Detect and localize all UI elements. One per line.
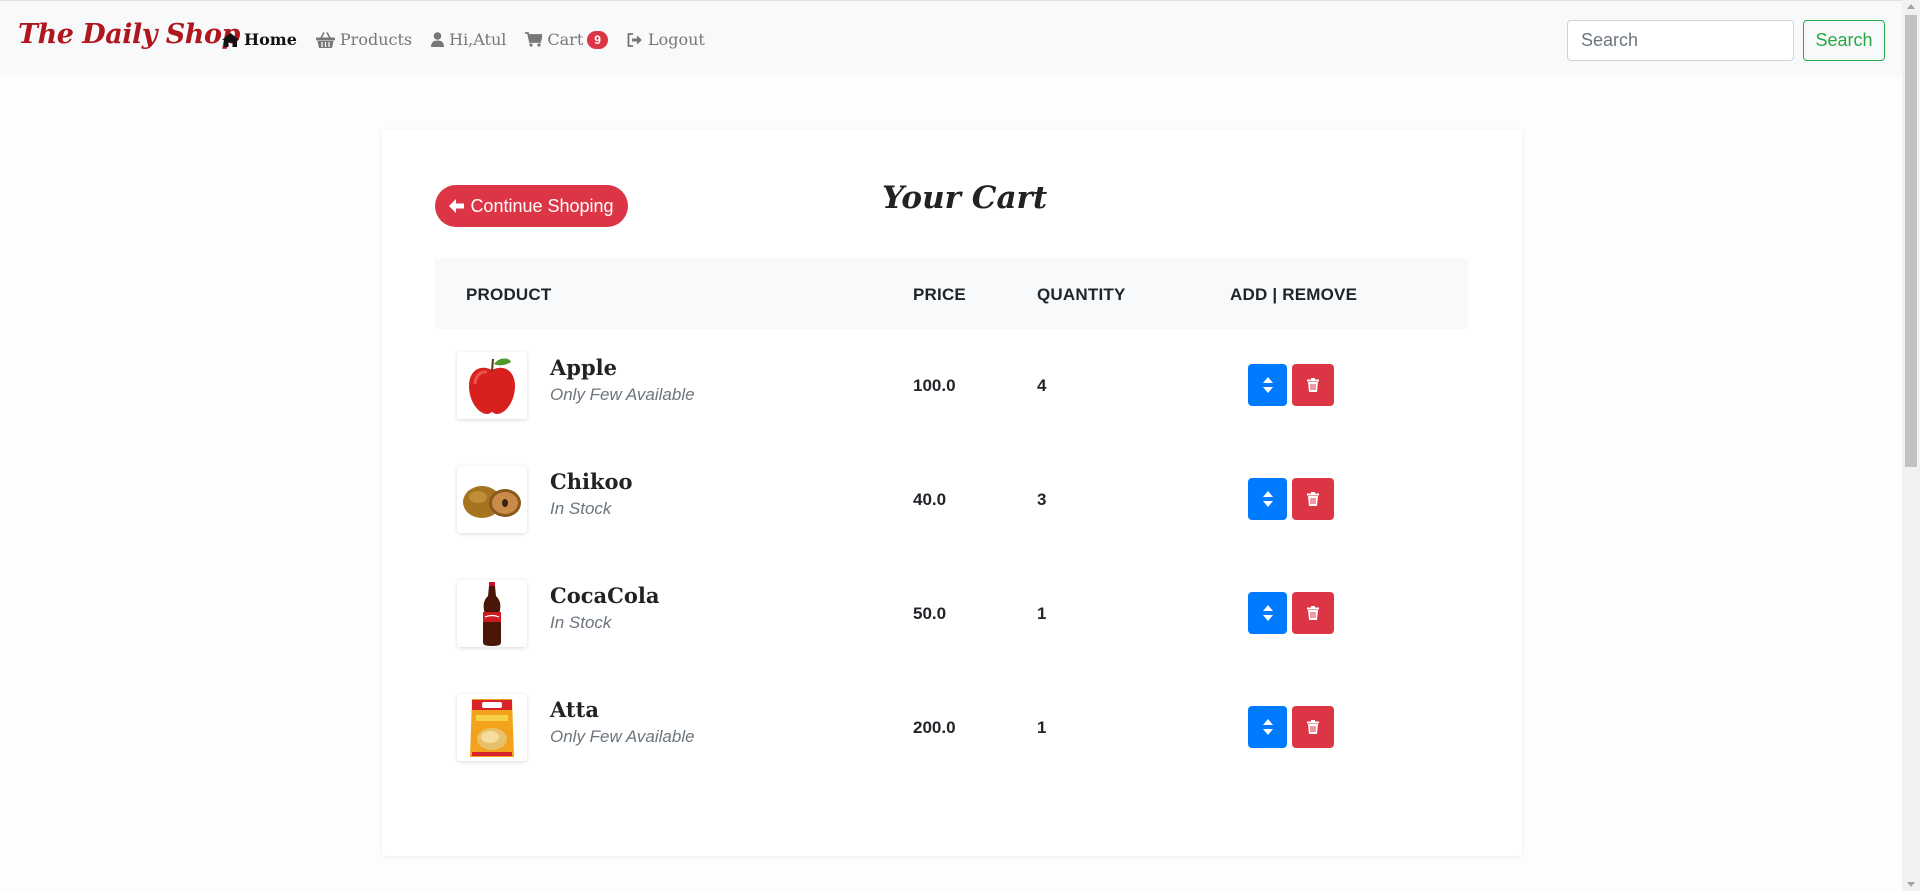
search-button[interactable]: Search xyxy=(1803,20,1885,61)
remove-item-button[interactable] xyxy=(1292,478,1334,520)
arrow-left-icon xyxy=(449,199,465,213)
page-title: Your Cart xyxy=(882,180,1048,216)
search-input[interactable] xyxy=(1567,20,1794,61)
scroll-up-arrow-icon[interactable] xyxy=(1907,4,1915,9)
change-quantity-button[interactable] xyxy=(1248,592,1287,634)
product-image xyxy=(457,580,527,647)
product-quantity: 1 xyxy=(1037,604,1047,623)
header-price: PRICE xyxy=(913,285,966,304)
trash-icon xyxy=(1307,606,1319,620)
nav-item-user[interactable]: Hi,Atul xyxy=(431,30,506,49)
basket-icon xyxy=(315,31,335,48)
cart-icon xyxy=(525,32,543,47)
product-quantity: 4 xyxy=(1037,376,1047,395)
continue-shopping-label: Continue Shoping xyxy=(470,195,614,216)
brand-logo[interactable]: The Daily Shop xyxy=(18,19,240,50)
change-quantity-button[interactable] xyxy=(1248,478,1287,520)
table-row: CocaCola In Stock 50.0 1 xyxy=(435,557,1468,671)
product-status: Only Few Available xyxy=(550,727,695,746)
logout-icon xyxy=(627,32,642,47)
product-price: 200.0 xyxy=(913,718,956,737)
nav-item-cart-label: Cart xyxy=(547,30,584,49)
product-price: 50.0 xyxy=(913,604,947,623)
nav-item-home-label: Home xyxy=(244,30,297,49)
product-name: Chikoo xyxy=(550,469,633,494)
trash-icon xyxy=(1307,492,1319,506)
remove-item-button[interactable] xyxy=(1292,592,1334,634)
product-name: CocaCola xyxy=(550,583,660,608)
nav-item-user-label: Hi,Atul xyxy=(449,30,507,49)
remove-item-button[interactable] xyxy=(1292,706,1334,748)
product-name: Atta xyxy=(550,697,599,722)
product-status: In Stock xyxy=(550,499,612,518)
header-quantity: QUANTITY xyxy=(1037,285,1126,304)
remove-item-button[interactable] xyxy=(1292,364,1334,406)
product-quantity: 3 xyxy=(1037,490,1047,509)
cart-card: Continue Shoping Your Cart PRODUCT PRICE… xyxy=(382,130,1522,856)
product-name: Apple xyxy=(550,355,617,380)
navbar: The Daily Shop Home Products Hi,Atul Car… xyxy=(0,0,1902,75)
header-actions: ADD | REMOVE xyxy=(1230,285,1358,304)
product-quantity: 1 xyxy=(1037,718,1047,737)
product-image xyxy=(457,694,527,761)
sort-icon xyxy=(1262,491,1273,507)
chikoo-image xyxy=(463,485,521,518)
change-quantity-button[interactable] xyxy=(1248,364,1287,406)
scroll-thumb[interactable] xyxy=(1905,15,1917,467)
cart-count-badge: 9 xyxy=(587,30,608,49)
nav-item-cart[interactable]: Cart 9 xyxy=(525,30,608,49)
sort-icon xyxy=(1262,605,1273,621)
product-price: 40.0 xyxy=(913,490,947,509)
product-price: 100.0 xyxy=(913,376,956,395)
nav-item-home[interactable]: Home xyxy=(222,30,297,49)
sort-icon xyxy=(1262,719,1273,735)
table-row: Chikoo In Stock 40.0 3 xyxy=(435,443,1468,557)
continue-shopping-button[interactable]: Continue Shoping xyxy=(435,185,628,227)
nav-item-products[interactable]: Products xyxy=(315,30,413,49)
trash-icon xyxy=(1307,378,1319,392)
scroll-down-arrow-icon[interactable] xyxy=(1907,882,1915,887)
change-quantity-button[interactable] xyxy=(1248,706,1287,748)
nav-menu: Home Products Hi,Atul Cart 9 Logout xyxy=(222,30,724,49)
product-status: Only Few Available xyxy=(550,385,695,404)
table-row: Apple Only Few Available 100.0 4 xyxy=(435,329,1468,443)
sort-icon xyxy=(1262,377,1273,393)
atta-packet-image xyxy=(470,698,514,757)
header-product: PRODUCT xyxy=(466,285,552,304)
nav-item-products-label: Products xyxy=(339,30,413,49)
product-status: In Stock xyxy=(550,613,612,632)
product-image xyxy=(457,466,527,533)
cart-table-header: PRODUCT PRICE QUANTITY ADD | REMOVE xyxy=(435,258,1468,329)
cola-bottle-image xyxy=(483,581,501,646)
apple-image xyxy=(469,358,515,414)
user-icon xyxy=(431,32,445,47)
table-row: Atta Only Few Available 200.0 1 xyxy=(435,671,1468,785)
nav-item-logout-label: Logout xyxy=(647,30,705,49)
nav-item-logout[interactable]: Logout xyxy=(627,30,705,49)
page-scrollbar[interactable] xyxy=(1902,0,1920,891)
trash-icon xyxy=(1307,720,1319,734)
product-image xyxy=(457,352,527,419)
home-icon xyxy=(222,32,239,47)
